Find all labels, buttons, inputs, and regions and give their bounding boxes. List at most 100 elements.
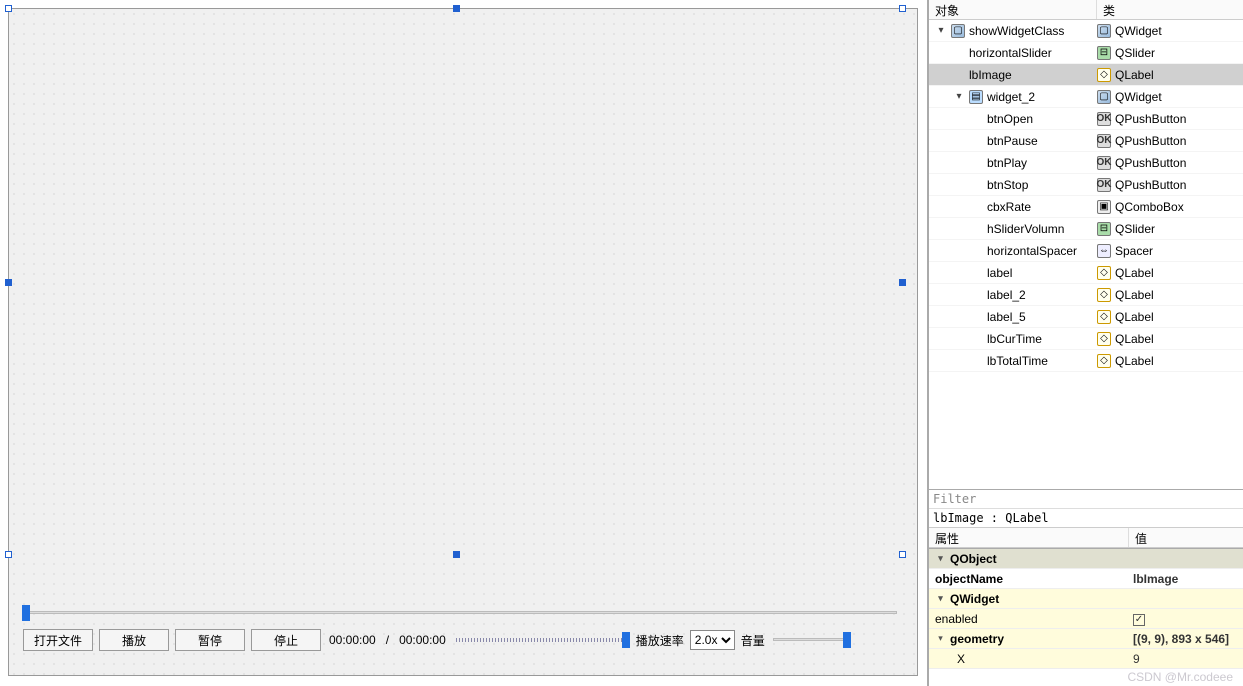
chevron-down-icon[interactable]: ▾ [935,633,946,644]
horizontal-slider[interactable] [17,605,905,621]
spacer-icon: ⇔ [1097,244,1111,258]
expander-icon [971,245,983,257]
object-name: label [987,266,1012,280]
prop-value[interactable]: ✓ [1129,611,1243,626]
expander-icon [971,113,983,125]
expander-icon[interactable]: ▾ [935,25,947,37]
expander-icon [971,333,983,345]
expander-icon [971,355,983,367]
form-designer[interactable]: 打开文件 播放 暂停 停止 00:00:00 / 00:00:00 播放速率 2… [0,0,928,686]
slider-icon: ⊟ [1097,46,1111,60]
btn-stop[interactable]: 停止 [251,629,321,651]
class-name: QLabel [1115,288,1154,302]
tree-row-label_2[interactable]: label_2 ◇ QLabel [929,284,1243,306]
lb-total-time: 00:00:00 [397,633,448,647]
prop-row-objectName[interactable]: objectName lbImage [929,569,1243,589]
expander-icon [953,47,965,59]
class-info: lbImage : QLabel [929,509,1243,528]
tree-row-showWidgetClass[interactable]: ▾ ▢ showWidgetClass ▢ QWidget [929,20,1243,42]
object-name: label_2 [987,288,1026,302]
tree-row-horizontalSlider[interactable]: horizontalSlider⊟QSlider [929,42,1243,64]
tree-row-label[interactable]: label ◇ QLabel [929,262,1243,284]
label-tag-icon: ◇ [1097,354,1111,368]
prop-row-X[interactable]: X9 [929,649,1243,669]
chevron-down-icon[interactable]: ▾ [935,593,946,604]
checkbox-icon[interactable]: ✓ [1133,614,1145,626]
class-name: QPushButton [1115,112,1186,126]
expander-icon [971,223,983,235]
tree-header: 对象 类 [929,0,1243,20]
prop-name: objectName [935,572,1003,586]
tree-row-hSliderVolumn[interactable]: hSliderVolumn⊟QSlider [929,218,1243,240]
stack-icon: ▤ [969,90,983,104]
property-editor[interactable]: ▾ QObject objectName lbImage ▾ QWidget enabled… [929,549,1243,686]
class-name: QSlider [1115,222,1155,236]
rate-label: 播放速率 [636,632,684,649]
tree-row-lbTotalTime[interactable]: lbTotalTime◇QLabel [929,350,1243,372]
expander-icon [971,179,983,191]
btn-pause[interactable]: 暂停 [175,629,245,651]
class-name: QLabel [1115,266,1154,280]
widget-icon: ▢ [1097,24,1111,38]
label-tag-icon: ◇ [1097,332,1111,346]
object-name: btnOpen [987,112,1033,126]
tree-row-lbCurTime[interactable]: lbCurTime◇QLabel [929,328,1243,350]
tree-header-object: 对象 [929,0,1097,19]
label-tag-icon: ◇ [1097,288,1111,302]
cbx-rate[interactable]: 2.0x [690,630,735,650]
rate-slider[interactable] [771,632,851,648]
tree-header-class: 类 [1097,0,1243,19]
tree-row-lbImage[interactable]: lbImage◇QLabel [929,64,1243,86]
button-icon: OK [1097,134,1111,148]
object-name: btnStop [987,178,1028,192]
button-icon: OK [1097,156,1111,170]
hslider-volumn[interactable] [454,632,630,648]
tree-row-btnPlay[interactable]: btnPlayOKQPushButton [929,152,1243,174]
expander-icon [971,289,983,301]
tree-row-btnOpen[interactable]: btnOpen OK QPushButton [929,108,1243,130]
button-icon: OK [1097,112,1111,126]
prop-value[interactable]: lbImage [1129,572,1243,586]
form-canvas[interactable]: 打开文件 播放 暂停 停止 00:00:00 / 00:00:00 播放速率 2… [8,8,918,676]
combo-icon: ▣ [1097,200,1111,214]
class-name: Spacer [1115,244,1153,258]
time-sep: / [384,633,391,647]
lb-cur-time: 00:00:00 [327,633,378,647]
expander-icon [971,267,983,279]
object-name: horizontalSlider [969,46,1052,60]
object-name: showWidgetClass [969,24,1064,38]
slider-icon: ⊟ [1097,222,1111,236]
btn-play[interactable]: 播放 [99,629,169,651]
class-name: QWidget [1115,24,1162,38]
prop-row-QWidget[interactable]: ▾ QWidget [929,589,1243,609]
label-tag-icon: ◇ [1097,266,1111,280]
expander-icon[interactable]: ▾ [953,91,965,103]
prop-name: enabled [935,612,978,626]
class-name: QLabel [1115,68,1154,82]
object-inspector[interactable]: 对象 类 ▾ ▢ showWidgetClass ▢ QWidget horizontal… [929,0,1243,490]
chevron-down-icon[interactable]: ▾ [935,553,946,564]
prop-value[interactable]: 9 [1129,652,1243,666]
prop-row-geometry[interactable]: ▾geometry[(9, 9), 893 x 546] [929,629,1243,649]
tree-row-label_5[interactable]: label_5◇QLabel [929,306,1243,328]
prop-value[interactable]: [(9, 9), 893 x 546] [1129,632,1243,646]
tree-row-btnStop[interactable]: btnStopOKQPushButton [929,174,1243,196]
tree-row-widget_2[interactable]: ▾▤widget_2▢QWidget [929,86,1243,108]
prop-name: QObject [950,552,997,566]
prop-row-QObject[interactable]: ▾ QObject [929,549,1243,569]
object-name: lbImage [969,68,1012,82]
widget-2-preview: 打开文件 播放 暂停 停止 00:00:00 / 00:00:00 播放速率 2… [17,601,917,657]
tree-row-horizontalSpacer[interactable]: horizontalSpacer⇔Spacer [929,240,1243,262]
class-name: QLabel [1115,310,1154,324]
expander-icon [971,135,983,147]
tree-row-cbxRate[interactable]: cbxRate▣QComboBox [929,196,1243,218]
tree-row-btnPause[interactable]: btnPauseOKQPushButton [929,130,1243,152]
prop-row-enabled[interactable]: enabled ✓ [929,609,1243,629]
prop-name: QWidget [950,592,999,606]
object-name: lbCurTime [987,332,1042,346]
object-name: widget_2 [987,90,1035,104]
btn-open[interactable]: 打开文件 [23,629,93,651]
widget-icon: ▢ [951,24,965,38]
property-filter[interactable]: Filter [929,490,1243,509]
lbimage-selection [9,9,902,555]
